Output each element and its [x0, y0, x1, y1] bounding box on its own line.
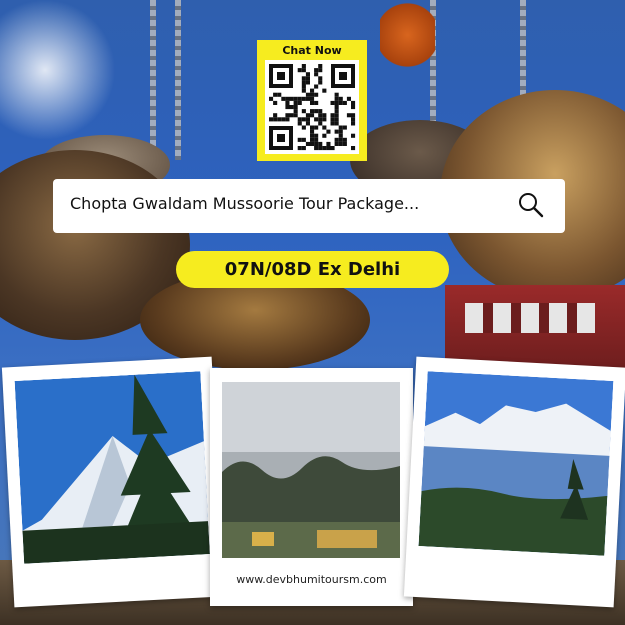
chat-now-qr-panel[interactable]: Chat Now — [257, 40, 367, 161]
photo-mountain-range — [418, 371, 614, 556]
bell-chain — [150, 0, 156, 160]
tour-search-bar[interactable]: Chopta Gwaldam Mussoorie Tour Package... — [53, 179, 565, 233]
search-query-text: Chopta Gwaldam Mussoorie Tour Package... — [70, 194, 420, 213]
marigold-garland — [380, 0, 435, 70]
promo-banner: Chat Now Chopta Gwaldam Mussoorie Tour P… — [0, 0, 625, 625]
bell-chain — [175, 0, 181, 160]
photo-card-hill-town: www.devbhumitoursm.com — [210, 368, 413, 606]
search-icon[interactable] — [516, 190, 546, 220]
photo-snow-peak — [14, 371, 210, 564]
photo-card-mountain-range — [403, 356, 625, 608]
photo-hill-town — [222, 382, 400, 558]
photo-card-snow-peak — [1, 356, 225, 608]
duration-badge: 07N/08D Ex Delhi — [176, 251, 449, 288]
chat-now-label: Chat Now — [282, 44, 342, 57]
website-caption[interactable]: www.devbhumitoursm.com — [210, 573, 413, 586]
qr-code[interactable] — [265, 60, 359, 154]
